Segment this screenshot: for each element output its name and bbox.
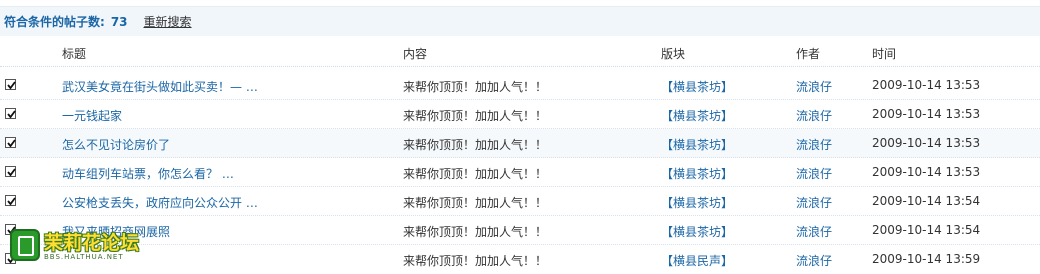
board-link[interactable]: 【横县茶坊】 xyxy=(661,223,733,240)
post-time: 2009-10-14 13:53 xyxy=(872,136,981,150)
board-link[interactable]: 【横县民声】 xyxy=(661,252,733,269)
table-row: 我又来晒招商网展照 来帮你顶顶！加加人气！！ 【横县茶坊】 流浪仔 2009-1… xyxy=(0,216,1040,245)
forum-watermark: 茉莉花论坛 BBS.HALTHUA.NET xyxy=(6,226,146,266)
author-link[interactable]: 流浪仔 xyxy=(796,194,832,211)
post-content: 来帮你顶顶！加加人气！！ xyxy=(403,109,548,123)
table-row: 武汉美女竟在街头做如此买卖！— … 来帮你顶顶！加加人气！！ 【横县茶坊】 流浪… xyxy=(0,71,1040,100)
row-checkbox[interactable] xyxy=(5,137,16,148)
row-checkbox[interactable] xyxy=(5,166,16,177)
author-link[interactable]: 流浪仔 xyxy=(796,136,832,153)
row-checkbox[interactable] xyxy=(5,108,16,119)
table-row: 一元钱起家 来帮你顶顶！加加人气！！ 【横县茶坊】 流浪仔 2009-10-14… xyxy=(0,100,1040,129)
watermark-url: BBS.HALTHUA.NET xyxy=(44,253,124,261)
post-title-link[interactable]: 一元钱起家 xyxy=(62,107,122,124)
checkmark-icon xyxy=(7,168,16,177)
column-header-author: 作者 xyxy=(796,47,821,61)
row-checkbox[interactable] xyxy=(5,195,16,206)
post-title-link[interactable]: 武汉美女竟在街头做如此买卖！— … xyxy=(62,78,258,95)
row-checkbox[interactable] xyxy=(5,79,16,90)
result-count-label: 符合条件的帖子数: xyxy=(4,15,105,29)
column-header-content: 内容 xyxy=(403,47,428,61)
author-link[interactable]: 流浪仔 xyxy=(796,252,832,269)
post-content: 来帮你顶顶！加加人气！！ xyxy=(403,80,548,94)
board-link[interactable]: 【横县茶坊】 xyxy=(661,136,733,153)
search-summary-bar: 符合条件的帖子数: 73 重新搜索 xyxy=(0,6,1040,36)
board-link[interactable]: 【横县茶坊】 xyxy=(661,107,733,124)
author-link[interactable]: 流浪仔 xyxy=(796,107,832,124)
checkmark-icon xyxy=(7,110,16,119)
board-link[interactable]: 【横县茶坊】 xyxy=(661,165,733,182)
column-header-time: 时间 xyxy=(872,47,897,61)
result-count: 73 xyxy=(110,14,128,29)
table-row: 怎么不见讨论房价了 来帮你顶顶！加加人气！！ 【横县茶坊】 流浪仔 2009-1… xyxy=(0,129,1040,158)
watermark-name: 茉莉花论坛 xyxy=(44,232,140,254)
checkmark-icon xyxy=(7,81,16,90)
post-time: 2009-10-14 13:53 xyxy=(872,78,981,92)
forum-logo-icon xyxy=(10,229,40,261)
board-link[interactable]: 【横县茶坊】 xyxy=(661,194,733,211)
post-time: 2009-10-14 13:54 xyxy=(872,194,981,208)
post-title-link[interactable]: 公安枪支丢失，政府应向公众公开 … xyxy=(62,194,258,211)
author-link[interactable]: 流浪仔 xyxy=(796,78,832,95)
post-time: 2009-10-14 13:59 xyxy=(872,252,981,266)
author-link[interactable]: 流浪仔 xyxy=(796,165,832,182)
board-link[interactable]: 【横县茶坊】 xyxy=(661,78,733,95)
post-content: 来帮你顶顶！加加人气！！ xyxy=(403,167,548,181)
research-link[interactable]: 重新搜索 xyxy=(144,13,192,30)
post-content: 来帮你顶顶！加加人气！！ xyxy=(403,196,548,210)
table-row: 动车组列车站票，你怎么看？ … 来帮你顶顶！加加人气！！ 【横县茶坊】 流浪仔 … xyxy=(0,158,1040,187)
column-header-title: 标题 xyxy=(62,47,87,61)
checkmark-icon xyxy=(7,139,16,148)
column-header-board: 版块 xyxy=(661,47,686,61)
results-table-header: 标题 内容 版块 作者 时间 xyxy=(0,37,1040,67)
post-time: 2009-10-14 13:53 xyxy=(872,165,981,179)
table-row: 公安枪支丢失，政府应向公众公开 … 来帮你顶顶！加加人气！！ 【横县茶坊】 流浪… xyxy=(0,187,1040,216)
checkmark-icon xyxy=(7,197,16,206)
post-content: 来帮你顶顶！加加人气！！ xyxy=(403,138,548,152)
post-title-link[interactable]: 动车组列车站票，你怎么看？ … xyxy=(62,165,234,182)
post-time: 2009-10-14 13:53 xyxy=(872,107,981,121)
post-content: 来帮你顶顶！加加人气！！ xyxy=(403,225,548,239)
author-link[interactable]: 流浪仔 xyxy=(796,223,832,240)
post-time: 2009-10-14 13:54 xyxy=(872,223,981,237)
post-content: 来帮你顶顶！加加人气！！ xyxy=(403,254,548,268)
post-title-link[interactable]: 怎么不见讨论房价了 xyxy=(62,136,170,153)
